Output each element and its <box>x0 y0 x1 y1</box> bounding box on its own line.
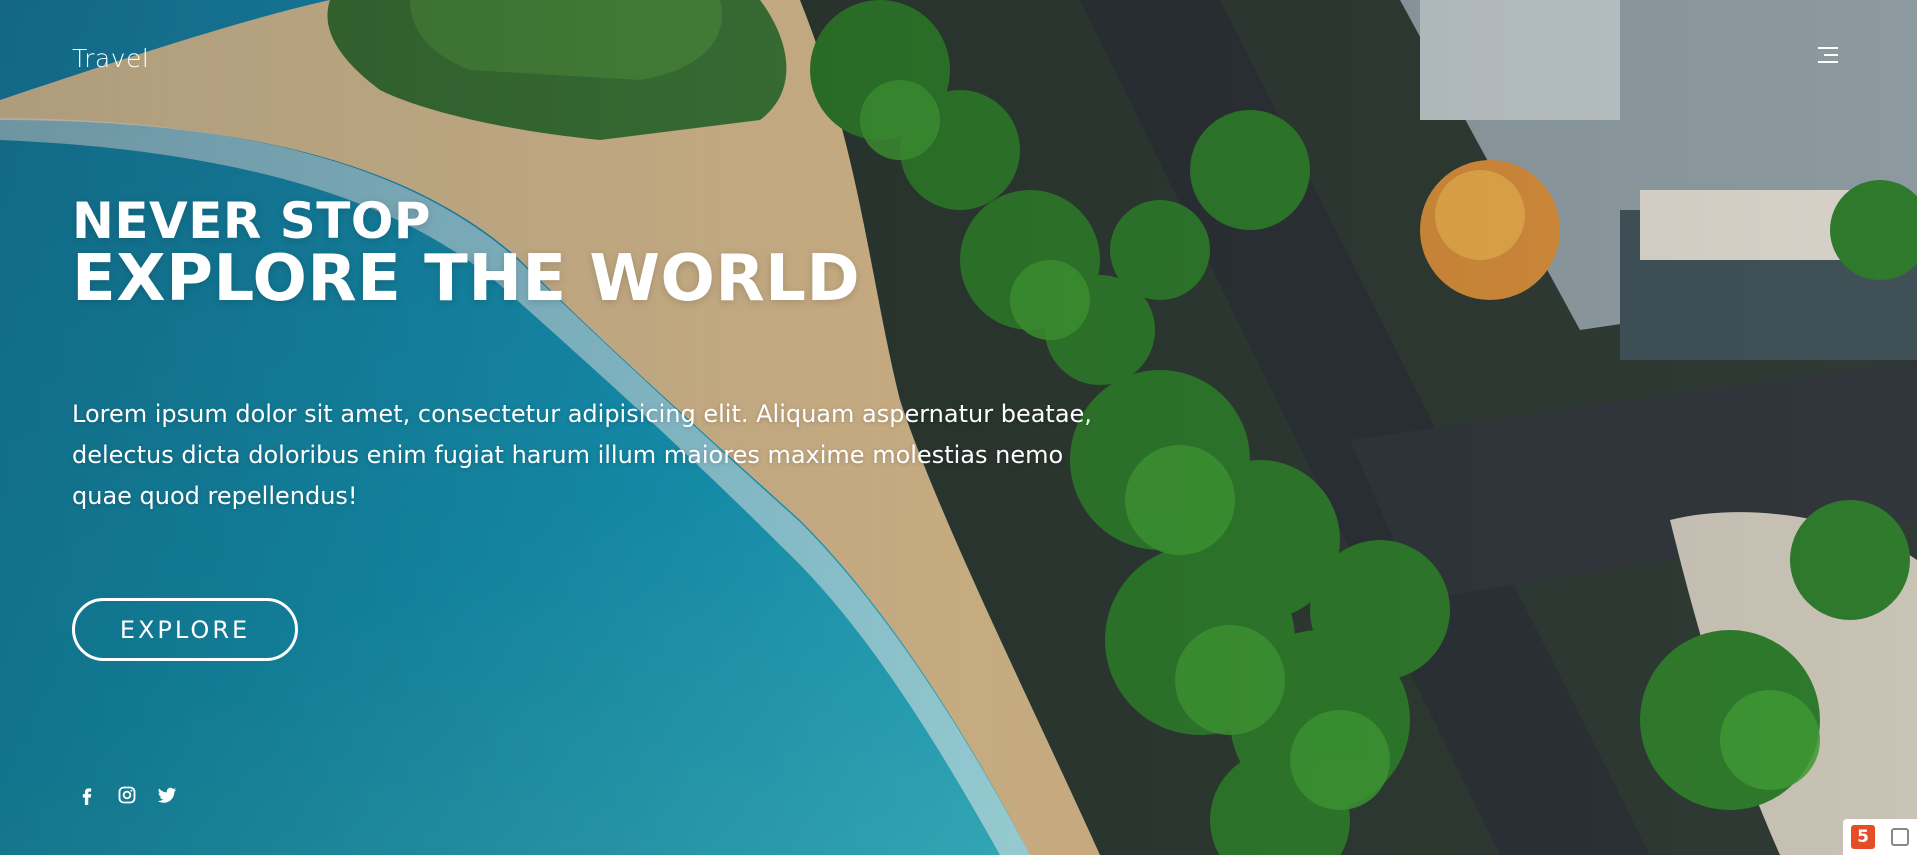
twitter-icon[interactable] <box>156 784 178 806</box>
hero-section: NEVER STOP EXPLORE THE WORLD Lorem ipsum… <box>72 196 1122 517</box>
social-links <box>76 784 178 806</box>
html5-icon: 5 <box>1851 825 1875 849</box>
explore-button[interactable]: EXPLORE <box>72 598 298 661</box>
facebook-icon[interactable] <box>76 784 98 806</box>
instagram-icon[interactable] <box>116 784 138 806</box>
brand-logo[interactable]: Travel <box>72 44 149 73</box>
hero-heading-line1: NEVER STOP <box>72 192 432 250</box>
top-navigation: Travel <box>0 0 1917 120</box>
grid-icon <box>1891 828 1909 846</box>
hero-heading-line2: EXPLORE THE WORLD <box>72 242 861 316</box>
browser-extension-badge: 5 <box>1843 819 1917 855</box>
hero-description: Lorem ipsum dolor sit amet, consectetur … <box>72 400 1092 510</box>
hamburger-icon[interactable] <box>1818 47 1838 64</box>
